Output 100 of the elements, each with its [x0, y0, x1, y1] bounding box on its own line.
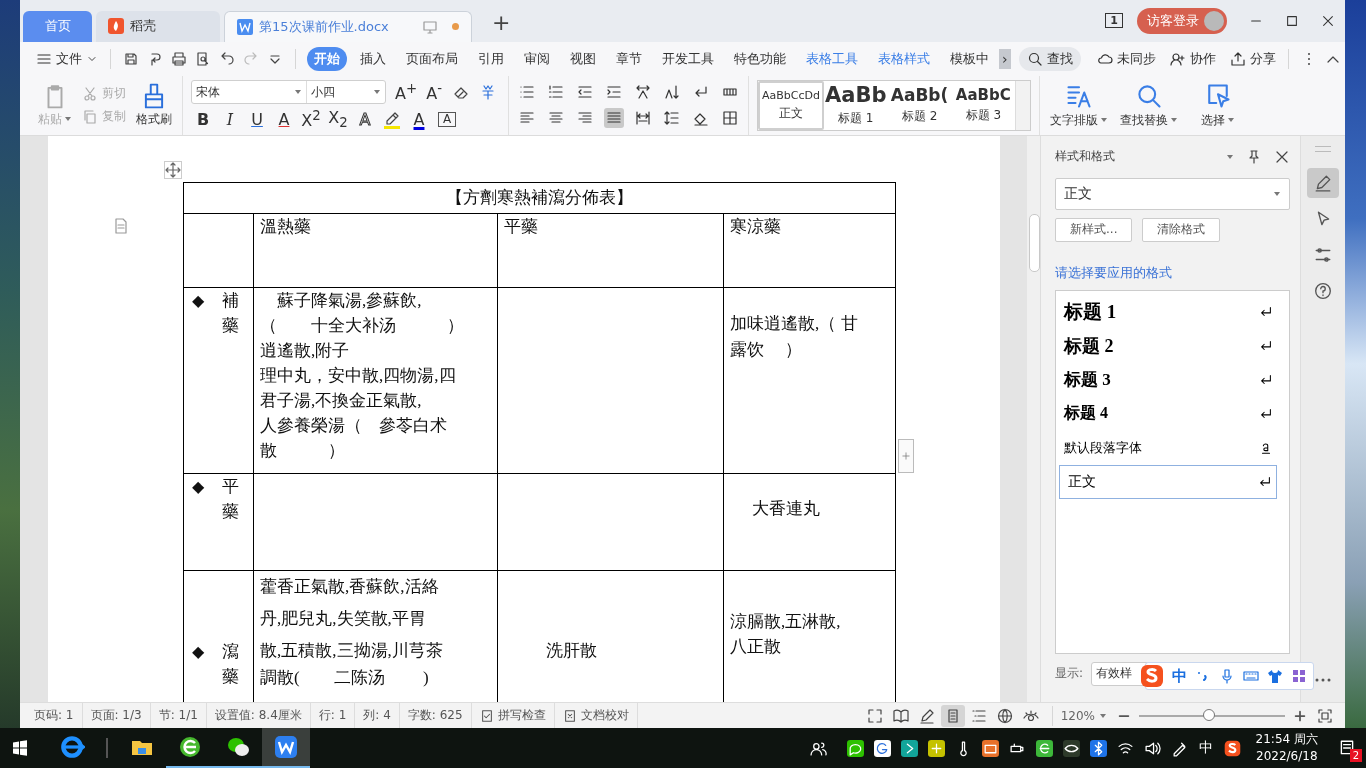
- document-logo-icon: [237, 18, 253, 35]
- share-button[interactable]: 分享: [1226, 49, 1280, 68]
- zoom-level-dropdown[interactable]: 120%: [1060, 708, 1095, 723]
- slider-thumb[interactable]: [1203, 708, 1216, 721]
- scrollbar-thumb[interactable]: [1029, 213, 1040, 272]
- subscript-button[interactable]: X$_{2}$: [326, 108, 350, 131]
- ribbon-tab[interactable]: 视图: [563, 46, 603, 71]
- file-menu-button[interactable]: 文件: [32, 49, 102, 68]
- window-count-badge[interactable]: 1: [1105, 13, 1123, 29]
- underline-button[interactable]: U: [245, 109, 269, 129]
- print-icon[interactable]: [171, 50, 187, 67]
- ribbon-tab[interactable]: 引用: [471, 46, 511, 71]
- caret-icon[interactable]: [1226, 152, 1234, 161]
- drag-handle[interactable]: [1315, 145, 1331, 152]
- column-header: 溫熱藥: [253, 213, 498, 288]
- ribbon-tab[interactable]: 表格工具: [799, 46, 865, 71]
- move-handle-icon[interactable]: [164, 160, 182, 179]
- caret-icon: [1273, 189, 1281, 198]
- ribbon-tab[interactable]: 章节: [609, 46, 649, 71]
- superscript-button[interactable]: X$^{2}$: [299, 108, 323, 131]
- style-list-item[interactable]: 默认段落字体: [1056, 430, 1289, 465]
- row-label: 平藥: [222, 475, 240, 523]
- ribbon-tab[interactable]: 审阅: [517, 46, 557, 71]
- shirt-icon[interactable]: [1267, 668, 1283, 684]
- x-box-icon: [562, 708, 577, 723]
- diamond-bullet: ◆: [192, 476, 205, 497]
- shrink-font-button[interactable]: A$^{-}$: [422, 80, 447, 104]
- select-button[interactable]: 选择: [1188, 81, 1249, 129]
- book-icon: [892, 707, 909, 724]
- panel-prompt: 请选择要应用的格式: [1055, 263, 1173, 282]
- ime-mode[interactable]: 中: [1172, 666, 1187, 686]
- w-logo-icon[interactable]: [262, 728, 310, 768]
- bold-button[interactable]: B: [191, 109, 215, 129]
- table-cell: 加味逍遙散,（ 甘 露饮 ）: [723, 287, 896, 474]
- style-preset[interactable]: AaBb( 标题 2: [887, 80, 952, 130]
- fit-page-icon[interactable]: [1317, 707, 1333, 724]
- eye-logo-icon[interactable]: [1062, 739, 1080, 757]
- document-tab[interactable]: 稻壳: [96, 10, 220, 42]
- zoom-in-icon[interactable]: [1293, 708, 1307, 723]
- font-color-button[interactable]: A: [407, 109, 431, 129]
- clock-time[interactable]: 21:54 周六: [1255, 731, 1318, 748]
- ribbon-tab[interactable]: 页面布局: [399, 46, 465, 71]
- globe-icon: [996, 707, 1013, 724]
- style-list-item[interactable]: 正文: [1059, 464, 1277, 499]
- close-icon[interactable]: [1321, 13, 1335, 28]
- panel-title[interactable]: 样式和格式: [1055, 148, 1115, 166]
- search-button[interactable]: 查找: [1018, 46, 1081, 71]
- panel-button[interactable]: 新样式...: [1055, 217, 1133, 242]
- undo-icon[interactable]: [219, 50, 235, 67]
- save-icon[interactable]: [123, 50, 139, 67]
- play-icon[interactable]: [900, 739, 918, 757]
- gallery-scrollbar[interactable]: [1015, 80, 1031, 130]
- print-preview-icon[interactable]: [195, 50, 211, 67]
- pen-button[interactable]: [1307, 167, 1339, 198]
- grid-icon[interactable]: [1291, 668, 1307, 684]
- collaborate-button[interactable]: 协作: [1166, 49, 1220, 68]
- new-tab-button[interactable]: +: [492, 10, 511, 36]
- more-tabs-button[interactable]: ›: [999, 48, 1011, 69]
- italic-button[interactable]: I: [218, 109, 242, 129]
- grow-font-button[interactable]: A$^{+}$: [393, 80, 420, 104]
- panel-button[interactable]: 清除格式: [1142, 217, 1221, 242]
- justify-icon[interactable]: [604, 108, 625, 129]
- strikethrough-button[interactable]: A: [272, 109, 296, 129]
- style-list-item[interactable]: 标题 3: [1056, 362, 1289, 397]
- ribbon-tab[interactable]: 模板中: [943, 46, 996, 71]
- document-tab[interactable]: 第15次课前作业.docx: [224, 10, 472, 42]
- sync-button[interactable]: 未同步: [1093, 49, 1160, 68]
- vertical-scrollbar[interactable]: [1027, 135, 1040, 702]
- s-logo-icon[interactable]: [1223, 739, 1241, 757]
- notification-button[interactable]: 2: [1332, 733, 1362, 763]
- ribbon-tab[interactable]: 表格样式: [871, 46, 937, 71]
- style-preset[interactable]: AaBbC 标题 3: [951, 80, 1016, 130]
- return-icon: [1259, 338, 1273, 353]
- caret-icon[interactable]: [1099, 711, 1107, 720]
- character-border-button[interactable]: A: [438, 111, 456, 127]
- clock-date[interactable]: 2022/6/18: [1256, 748, 1318, 765]
- style-dropdown[interactable]: 正文: [1055, 177, 1290, 210]
- bluetooth-icon[interactable]: [1089, 739, 1107, 757]
- ribbon-tab[interactable]: 特色功能: [727, 46, 793, 71]
- chat-bubbles-icon[interactable]: [846, 739, 864, 757]
- style-preset[interactable]: AaBbCcDd 正文: [758, 80, 824, 130]
- microphone-icon[interactable]: [1219, 668, 1235, 684]
- diamond-bullet: ◆: [192, 290, 205, 311]
- input-mode-indicator[interactable]: 中: [1198, 739, 1213, 757]
- ribbon-tab[interactable]: 开发工具: [655, 46, 721, 71]
- style-preset[interactable]: AaBb 标题 1: [823, 80, 888, 130]
- style-list-item[interactable]: 标题 1: [1056, 294, 1289, 329]
- style-list-item[interactable]: 标题 2: [1056, 328, 1289, 363]
- style-list-item[interactable]: 标题 4: [1056, 396, 1289, 431]
- text-layout-button[interactable]: 文字排版: [1048, 81, 1111, 129]
- windows-logo-icon[interactable]: [12, 740, 28, 756]
- ribbon-tab[interactable]: 插入: [353, 46, 393, 71]
- login-button[interactable]: 访客登录: [1137, 7, 1227, 34]
- search-button[interactable]: 查找替换: [1118, 81, 1181, 129]
- text-effect-button[interactable]: A: [353, 109, 377, 129]
- card-icon[interactable]: [981, 739, 999, 757]
- page-view-button[interactable]: [940, 704, 965, 727]
- brush-button[interactable]: 格式刷: [134, 82, 174, 128]
- avatar-icon: [1204, 10, 1224, 31]
- maximize-icon[interactable]: [1285, 13, 1299, 28]
